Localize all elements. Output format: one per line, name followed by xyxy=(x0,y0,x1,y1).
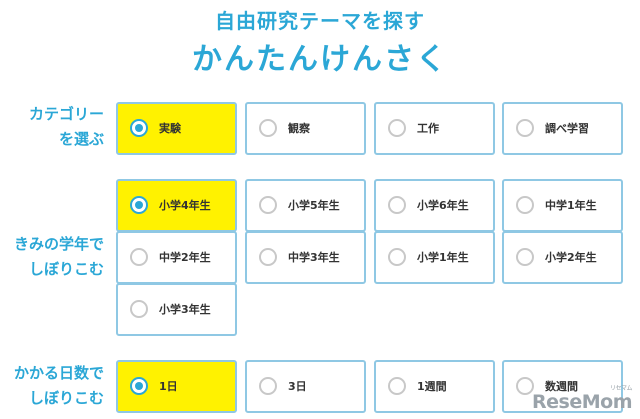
watermark-text: ReseMom xyxy=(532,391,632,413)
option-label: 小学1年生 xyxy=(417,251,469,264)
option-label: 中学3年生 xyxy=(288,251,340,264)
radio-icon xyxy=(259,248,277,266)
category-section-label: カテゴリー を選ぶ xyxy=(0,102,104,152)
radio-icon xyxy=(130,248,148,266)
category-option-experiment[interactable]: 実験 xyxy=(116,102,237,155)
option-label: 小学2年生 xyxy=(545,251,597,264)
grade-option-elementary-1[interactable]: 小学1年生 xyxy=(374,231,495,284)
resemom-watermark: リセマム ReseMom xyxy=(532,385,632,413)
option-label: 小学5年生 xyxy=(288,199,340,212)
radio-icon xyxy=(516,119,534,137)
radio-icon xyxy=(259,377,277,395)
radio-selected-icon xyxy=(130,196,148,214)
radio-icon xyxy=(259,119,277,137)
radio-selected-icon xyxy=(130,119,148,137)
grade-section-label: きみの学年で しぼりこむ xyxy=(0,232,104,282)
option-label: 1日 xyxy=(159,380,178,393)
page-subtitle: 自由研究テーマを探す xyxy=(215,9,425,33)
category-label-line2: を選ぶ xyxy=(58,130,104,148)
grade-option-elementary-5[interactable]: 小学5年生 xyxy=(245,179,366,232)
page-title: かんたんけんさく xyxy=(192,42,448,77)
category-label-line1: カテゴリー xyxy=(28,105,104,123)
option-label: 調べ学習 xyxy=(545,122,589,135)
grade-option-junior-1[interactable]: 中学1年生 xyxy=(502,179,623,232)
option-label: 中学2年生 xyxy=(159,251,211,264)
duration-label-line2: しぼりこむ xyxy=(28,389,104,407)
radio-icon xyxy=(388,377,406,395)
radio-icon xyxy=(516,248,534,266)
option-label: 工作 xyxy=(417,122,439,135)
option-label: 小学6年生 xyxy=(417,199,469,212)
grade-option-junior-3[interactable]: 中学3年生 xyxy=(245,231,366,284)
option-label: 1週間 xyxy=(417,380,447,393)
radio-icon xyxy=(516,196,534,214)
radio-icon xyxy=(259,196,277,214)
radio-icon xyxy=(388,119,406,137)
watermark-kana: リセマム xyxy=(609,385,633,392)
duration-option-3-days[interactable]: 3日 xyxy=(245,360,366,413)
grade-option-elementary-4[interactable]: 小学4年生 xyxy=(116,179,237,232)
radio-icon xyxy=(388,196,406,214)
duration-option-1-week[interactable]: 1週間 xyxy=(374,360,495,413)
grade-label-line2: しぼりこむ xyxy=(28,260,104,278)
grade-option-junior-2[interactable]: 中学2年生 xyxy=(116,231,237,284)
category-option-craft[interactable]: 工作 xyxy=(374,102,495,155)
radio-icon xyxy=(388,248,406,266)
radio-selected-icon xyxy=(130,377,148,395)
duration-section-label: かかる日数で しぼりこむ xyxy=(0,361,104,411)
grade-option-elementary-2[interactable]: 小学2年生 xyxy=(502,231,623,284)
grade-label-line1: きみの学年で xyxy=(13,235,104,253)
option-label: 中学1年生 xyxy=(545,199,597,212)
category-option-observation[interactable]: 観察 xyxy=(245,102,366,155)
category-option-research[interactable]: 調べ学習 xyxy=(502,102,623,155)
duration-option-1-day[interactable]: 1日 xyxy=(116,360,237,413)
option-label: 小学4年生 xyxy=(159,199,211,212)
option-label: 観察 xyxy=(288,122,310,135)
option-label: 実験 xyxy=(159,122,181,135)
option-label: 小学3年生 xyxy=(159,303,211,316)
grade-option-elementary-3[interactable]: 小学3年生 xyxy=(116,283,237,336)
radio-icon xyxy=(130,300,148,318)
duration-label-line1: かかる日数で xyxy=(13,364,104,382)
grade-option-elementary-6[interactable]: 小学6年生 xyxy=(374,179,495,232)
option-label: 3日 xyxy=(288,380,307,393)
